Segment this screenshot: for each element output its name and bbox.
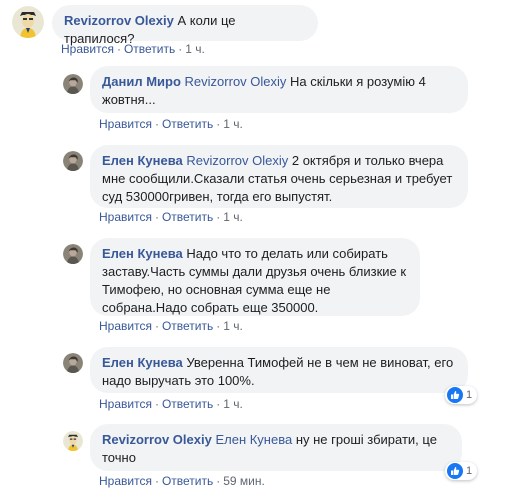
avatar[interactable] [63,74,83,94]
comment-actions: Нравится · Ответить · 1 ч. [99,210,243,224]
avatar[interactable] [63,151,83,171]
comment-bubble: Елен Кунева Revizorrov Olexiy 2 октября … [90,145,468,208]
separator: · [178,42,183,56]
comment-time[interactable]: 59 мин. [223,474,265,488]
separator: · [154,319,159,333]
reaction-count: 1 [466,465,473,477]
comment-author[interactable]: Данил Миро [102,74,181,89]
separator: · [216,210,221,224]
reaction-badge[interactable]: 1 [445,386,478,404]
avatar[interactable] [63,244,83,264]
reply-link[interactable]: Ответить [162,210,213,224]
comment-author[interactable]: Елен Кунева [102,246,183,261]
like-link[interactable]: Нравится [61,42,114,56]
like-icon [447,463,463,479]
separator: · [216,117,221,131]
comment-time[interactable]: 1 ч. [223,397,243,411]
comment-actions: Нравится · Ответить · 1 ч. [99,319,243,333]
separator: · [116,42,121,56]
comment-author[interactable]: Revizorrov Olexiy [64,13,174,28]
comment-author[interactable]: Елен Кунева [102,153,183,168]
avatar[interactable] [63,431,83,451]
like-link[interactable]: Нравится [99,117,152,131]
avatar[interactable] [63,353,83,373]
comment-author[interactable]: Елен Кунева [102,355,183,370]
comment-time[interactable]: 1 ч. [185,42,205,56]
avatar[interactable] [12,6,44,38]
like-icon [447,387,463,403]
comment-actions: Нравится · Ответить · 1 ч. [99,117,243,131]
reaction-badge[interactable]: 1 [445,462,478,480]
comment-bubble: Данил Миро Revizorrov Olexiy На скільки … [90,66,468,113]
reaction-count: 1 [466,389,473,401]
like-link[interactable]: Нравится [99,474,152,488]
reply-link[interactable]: Ответить [162,397,213,411]
comment-time[interactable]: 1 ч. [223,319,243,333]
comment-time[interactable]: 1 ч. [223,117,243,131]
comment-bubble: Revizorrov Olexiy А коли це трапилося? [52,5,318,46]
like-link[interactable]: Нравится [99,397,152,411]
separator: · [216,397,221,411]
reply-link[interactable]: Ответить [162,319,213,333]
comment-mention[interactable]: Елен Кунева [215,432,292,447]
separator: · [154,117,159,131]
like-link[interactable]: Нравится [99,319,152,333]
reply-link[interactable]: Ответить [162,474,213,488]
separator: · [216,474,221,488]
comment-bubble: Елен Кунева Надо что то делать или собир… [90,238,420,316]
separator: · [154,474,159,488]
reply-link[interactable]: Ответить [124,42,175,56]
comment-time[interactable]: 1 ч. [223,210,243,224]
comment-mention[interactable]: Revizorrov Olexiy [185,74,287,89]
comment-mention[interactable]: Revizorrov Olexiy [186,153,288,168]
separator: · [154,397,159,411]
comment-bubble: Елен Кунева Уверенна Тимофей не в чем не… [90,347,468,393]
separator: · [216,319,221,333]
reply-link[interactable]: Ответить [162,117,213,131]
comment-actions: Нравится · Ответить · 1 ч. [61,42,205,56]
comment-actions: Нравится · Ответить · 59 мин. [99,474,265,488]
comment-bubble: Revizorrov Olexiy Елен Кунева ну не грош… [90,424,462,471]
comment-author[interactable]: Revizorrov Olexiy [102,432,212,447]
comment-actions: Нравится · Ответить · 1 ч. [99,397,243,411]
like-link[interactable]: Нравится [99,210,152,224]
separator: · [154,210,159,224]
